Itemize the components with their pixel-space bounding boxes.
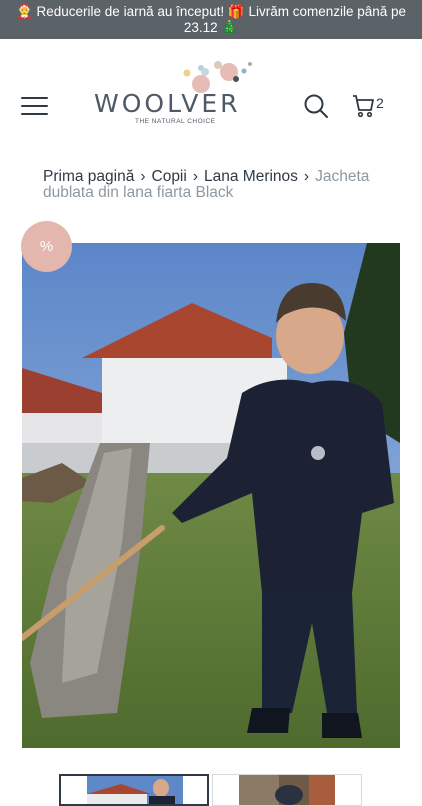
thumbnail-1[interactable] [59,774,209,806]
thumbnail-2[interactable] [212,774,362,806]
product-image[interactable] [22,243,400,748]
thumbnail-image [213,775,361,805]
breadcrumb: Prima pagină › Copii › Lana Merinos › Jacheta … [43,169,383,201]
logo-tagline: THE NATURAL CHOICE [135,118,216,125]
product-photo [22,243,400,748]
breadcrumb-copii[interactable]: Copii [152,168,187,185]
sale-badge: % [21,221,72,272]
cart-count: 2 [376,95,384,111]
menu-icon[interactable] [21,96,49,116]
announcement-bar: 🤶 Reducerile de iarnă au început! 🎁 Livr… [0,0,422,39]
breadcrumb-lana-merinos[interactable]: Lana Merinos [204,168,298,185]
logo-wordmark: WOOLVER [94,89,241,118]
search-icon[interactable] [303,93,329,119]
announcement-text: 🤶 Reducerile de iarnă au început! 🎁 Livr… [15,4,407,35]
site-header: WOOLVER THE NATURAL CHOICE 2 [0,39,422,159]
thumbnail-strip [59,774,369,806]
cart-icon [353,95,374,118]
chevron-right-icon: › [192,168,198,185]
breadcrumb-home[interactable]: Prima pagină [43,168,134,185]
chevron-right-icon: › [303,168,310,185]
chevron-right-icon: › [140,168,146,185]
thumbnail-image [61,776,207,804]
site-logo[interactable]: WOOLVER THE NATURAL CHOICE [90,59,260,129]
cart-button[interactable]: 2 [352,94,388,120]
